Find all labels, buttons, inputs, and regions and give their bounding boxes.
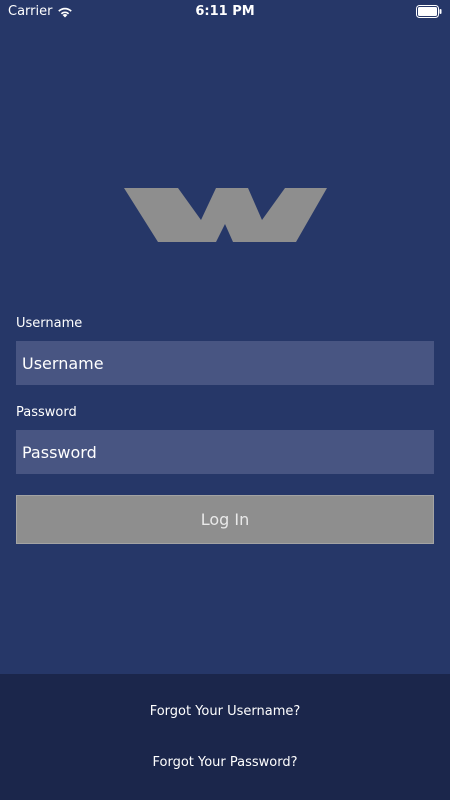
forgot-password-link[interactable]: Forgot Your Password? (0, 755, 450, 770)
footer: Forgot Your Username? Forgot Your Passwo… (0, 674, 450, 800)
status-time: 6:11 PM (195, 4, 255, 19)
password-input[interactable] (16, 430, 434, 474)
username-label: Username (16, 316, 83, 331)
w-logo-icon (124, 188, 327, 244)
username-input[interactable] (16, 341, 434, 385)
status-bar: Carrier 6:11 PM (0, 0, 450, 24)
battery-icon (416, 5, 442, 22)
password-label: Password (16, 405, 77, 420)
login-button[interactable]: Log In (16, 495, 434, 544)
forgot-username-link[interactable]: Forgot Your Username? (0, 704, 450, 719)
